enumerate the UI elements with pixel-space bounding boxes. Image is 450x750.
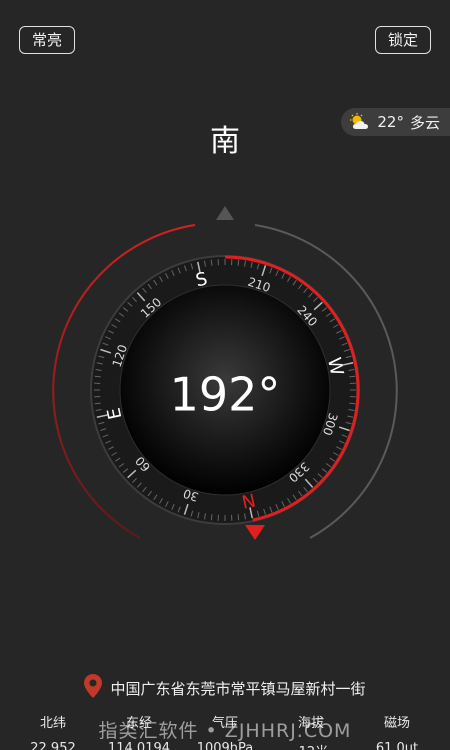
weather-condition: 多云 (409, 113, 440, 132)
tick-mark (349, 402, 356, 405)
stats-row: 北纬 22.952 东经 114.0194 气压 1009hPa 海拔 -12米… (0, 712, 450, 750)
stat-latitude: 北纬 22.952 (13, 712, 93, 750)
stat-label: 气压 (211, 716, 238, 731)
top-pointer-icon (216, 206, 234, 220)
partly-cloudy-icon (349, 113, 371, 131)
location-row[interactable]: 中国广东省东莞市常平镇马屋新村一街 (0, 674, 450, 702)
heading-indicator-icon (245, 525, 265, 540)
tick-mark (210, 259, 213, 266)
tick-mark (237, 259, 240, 266)
heading-readout: 192° (170, 368, 281, 422)
tick-mark (349, 375, 356, 378)
stat-value: 22.952 (30, 741, 76, 750)
location-pin-icon (84, 674, 103, 702)
lock-button[interactable]: 锁定 (374, 26, 431, 54)
weather-temperature: 22° (377, 113, 404, 131)
always-on-button[interactable]: 常亮 (19, 26, 76, 54)
stat-altitude: 海拔 -12米 (271, 712, 351, 750)
tick-mark (210, 514, 213, 521)
stat-value: 114.0194 (107, 741, 171, 750)
compass-dial[interactable]: NESW3060120150210240300330 192° (0, 190, 450, 560)
stat-magnetic-field: 磁场 61.0ut (357, 712, 437, 750)
stat-value: 61.0ut (375, 741, 419, 750)
weather-badge[interactable]: 22° 多云 (341, 108, 450, 136)
stat-label: 海拔 (297, 716, 324, 731)
stat-longitude: 东经 114.0194 (99, 712, 179, 750)
stat-label: 北纬 (39, 716, 66, 731)
stat-value: -12米 (271, 741, 351, 750)
tick-mark (94, 402, 101, 405)
tick-mark (94, 375, 101, 378)
tick-mark (237, 514, 240, 521)
stat-label: 东经 (125, 716, 152, 731)
stat-value: 1009hPa (196, 741, 254, 750)
stat-label: 磁场 (383, 716, 410, 731)
location-address: 中国广东省东莞市常平镇马屋新村一街 (110, 679, 366, 698)
stat-pressure: 气压 1009hPa (185, 712, 265, 750)
